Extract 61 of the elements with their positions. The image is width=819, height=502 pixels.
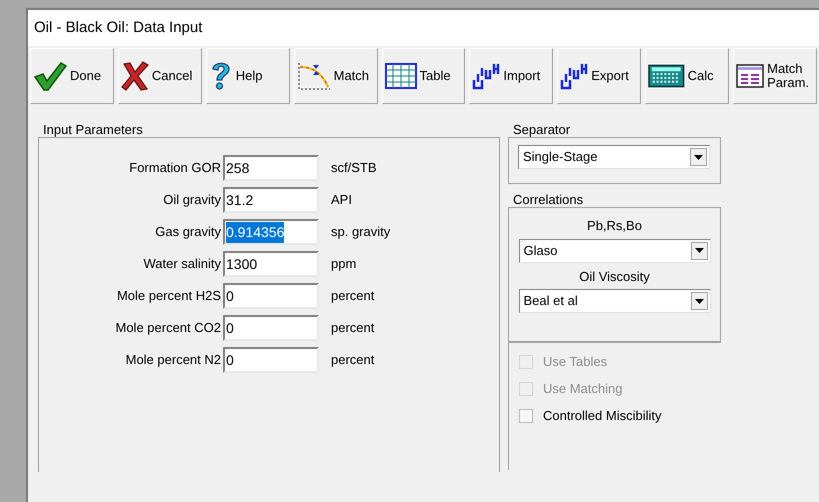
- field-value: 1300: [226, 254, 258, 274]
- toolbar-button[interactable]: Table: [382, 48, 466, 104]
- field-value: 31.2: [226, 190, 254, 210]
- checkbox[interactable]: [519, 409, 533, 423]
- unit-label: sp. gravity: [330, 223, 390, 242]
- group-title: Separator: [512, 121, 572, 136]
- toolbar-button[interactable]: Export: [557, 48, 642, 104]
- field-value: 0: [226, 350, 234, 370]
- field-label: Mole percent CO2: [114, 319, 222, 338]
- unit-label: percent: [330, 287, 374, 306]
- input-field[interactable]: 31.2: [223, 187, 319, 213]
- input-field[interactable]: 0: [223, 283, 319, 309]
- field-value: 0: [226, 286, 234, 306]
- field-label: Mole percent N2: [124, 351, 222, 370]
- field-value: 258: [226, 158, 250, 178]
- dropdown-label: Oil Viscosity: [579, 268, 650, 286]
- toolbar-button[interactable]: Match: [294, 48, 378, 104]
- input-field[interactable]: 0: [223, 315, 319, 341]
- group-title: Correlations: [512, 191, 584, 206]
- field-value: 0: [226, 318, 234, 338]
- field-label: Gas gravity: [154, 223, 222, 242]
- unit-label: API: [330, 191, 352, 210]
- unit-label: scf/STB: [330, 159, 377, 178]
- dropdown-label: Pb,Rs,Bo: [587, 217, 642, 235]
- toolbar-button[interactable]: Help: [206, 48, 290, 104]
- toolbar-button[interactable]: Import: [469, 48, 554, 104]
- calculator-icon: [648, 64, 685, 88]
- input-field[interactable]: 1300: [223, 251, 319, 277]
- field-label: Mole percent H2S: [116, 287, 222, 306]
- window-title: Oil - Black Oil: Data Input: [34, 18, 202, 38]
- input-field[interactable]: 0: [223, 347, 319, 373]
- cross-icon: [120, 61, 149, 91]
- checkmark-icon: [33, 61, 67, 91]
- dropdown[interactable]: Single-Stage: [518, 145, 710, 169]
- dropdown[interactable]: Glaso: [518, 238, 710, 262]
- toolbar-button[interactable]: Calc: [645, 48, 730, 104]
- toolbar-button[interactable]: Match Param.: [733, 48, 817, 104]
- dropdown-value: Glaso: [524, 242, 558, 260]
- checkbox-label: Use Tables: [543, 353, 608, 372]
- toolbar-button[interactable]: Done: [30, 48, 114, 104]
- unit-label: ppm: [330, 255, 356, 274]
- dropdown-value: Single-Stage: [523, 148, 598, 166]
- input-field[interactable]: 0.914356: [223, 219, 319, 245]
- dropdown[interactable]: Beal et al: [518, 289, 710, 313]
- group-title: Input Parameters: [42, 121, 144, 136]
- input-field[interactable]: 258: [223, 155, 319, 181]
- data-points-icon: [472, 62, 500, 90]
- dropdown-value: Beal et al: [524, 292, 579, 310]
- form-icon: [736, 64, 764, 88]
- field-value: 0.914356: [226, 222, 284, 242]
- field-label: Oil gravity: [162, 191, 222, 210]
- checkbox-label: Controlled Miscibility: [543, 407, 662, 426]
- curve-chart-icon: [296, 61, 331, 91]
- toolbar-button[interactable]: Cancel: [118, 48, 202, 104]
- checkbox-label: Use Matching: [543, 380, 622, 398]
- data-points-icon: [560, 62, 588, 90]
- field-label: Formation GOR: [128, 159, 222, 178]
- unit-label: percent: [330, 319, 374, 338]
- unit-label: percent: [330, 351, 374, 370]
- grid-icon: [384, 63, 416, 89]
- field-label: Water salinity: [142, 255, 222, 274]
